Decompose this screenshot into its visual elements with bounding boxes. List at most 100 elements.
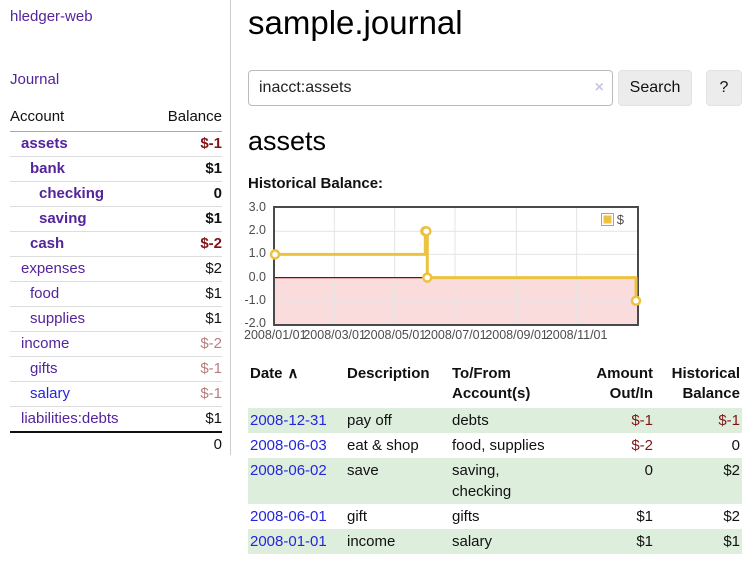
sidebar-account-balance: $2 [151,257,222,282]
journal-nav: Journal [10,71,222,89]
sort-asc-icon: ∧ [288,365,299,382]
sidebar-account-link-cash[interactable]: cash [30,235,64,252]
sidebar-account-link-expenses[interactable]: expenses [21,260,85,277]
clear-search-icon[interactable]: × [595,80,604,96]
sidebar-account-balance: 0 [151,182,222,207]
transaction-accounts: salary [450,529,565,554]
chart-heading: Historical Balance: [248,175,742,193]
y-tick-label: 0.0 [249,270,266,285]
search-input[interactable] [248,70,613,106]
x-tick-label: 2008/03/01 [303,328,365,342]
sidebar-account-link-food[interactable]: food [30,285,59,302]
account-heading: assets [248,123,742,159]
y-tick-label: 2.0 [249,223,266,238]
transaction-description: gift [345,504,450,529]
register-column-header: To/From Account(s) [450,362,565,408]
sidebar-account-row: checking 0 [10,182,222,207]
transaction-amount: $1 [565,504,655,529]
main-content: sample.journal × Search ? assets Histori… [231,0,742,554]
sidebar-account-link-checking[interactable]: checking [39,185,104,202]
help-button[interactable]: ? [706,70,742,106]
y-tick-label: 1.0 [249,246,266,261]
page-title: sample.journal [248,0,742,43]
sidebar-account-link-supplies[interactable]: supplies [30,310,85,327]
sidebar-account-row: saving $1 [10,207,222,232]
sidebar-account-link-gifts[interactable]: gifts [30,360,58,377]
chart-x-axis: 2008/01/012008/03/012008/05/012008/07/01… [248,328,742,344]
transaction-balance: $2 [655,504,742,529]
sidebar-account-balance: $-2 [151,232,222,257]
transaction-accounts: food, supplies [450,433,565,458]
sidebar-account-balance: $-1 [151,132,222,157]
transaction-amount: $-2 [565,433,655,458]
transaction-description: save [345,458,450,504]
search-button[interactable]: Search [618,70,692,106]
sidebar-account-row: bank $1 [10,157,222,182]
transaction-date-link[interactable]: 2008-12-31 [250,412,327,429]
transaction-description: income [345,529,450,554]
sidebar-account-balance: $-1 [151,382,222,407]
sidebar-account-link-assets[interactable]: assets [21,135,68,152]
historical-balance-chart: 3.02.01.00.0-1.0-2.0 $ 2008/01/012008/03… [248,206,742,346]
transaction-accounts: debts [450,408,565,433]
transaction-amount: 0 [565,458,655,504]
app-brand: hledger-web [10,8,222,26]
sidebar: hledger-web Journal Account Balance asse… [0,0,231,455]
y-tick-label: 3.0 [249,200,266,215]
register-row: 2008-06-01 giftgifts$1$2 [248,504,742,529]
x-tick-label: 2008/07/01 [424,328,486,342]
app-brand-link[interactable]: hledger-web [10,8,93,25]
sidebar-account-link-liabilities:debts[interactable]: liabilities:debts [21,410,119,427]
register-column-header[interactable]: Date∧ [248,362,345,408]
legend-swatch-icon [601,213,614,226]
sidebar-account-link-income[interactable]: income [21,335,69,352]
sidebar-total-row: 0 [10,432,222,457]
sidebar-account-balance: $1 [151,407,222,433]
register-header-row: Date∧DescriptionTo/From Account(s)Amount… [248,362,742,408]
sidebar-account-row: gifts$-1 [10,357,222,382]
sidebar-account-balance: $1 [151,282,222,307]
x-tick-label: 2008/11/01 [546,328,608,342]
transaction-amount: $1 [565,529,655,554]
sidebar-account-row: food $1 [10,282,222,307]
register-row: 2008-06-02 savesaving, checking0$2 [248,458,742,504]
x-tick-label: 2008/09/01 [485,328,547,342]
register-row: 2008-12-31pay offdebts$-1$-1 [248,408,742,433]
transaction-amount: $-1 [565,408,655,433]
sidebar-account-balance: $1 [151,157,222,182]
total-balance: 0 [151,432,222,457]
sidebar-account-row: cash $-2 [10,232,222,257]
register-column-header: Historical Balance [655,362,742,408]
transaction-date-link[interactable]: 2008-06-03 [250,437,327,454]
transaction-date-link[interactable]: 2008-01-01 [250,533,327,550]
transaction-balance: $2 [655,458,742,504]
sidebar-account-balance: $1 [151,207,222,232]
transaction-balance: $1 [655,529,742,554]
sidebar-accounts-table: Account Balance assets $-1 bank $1 checking 0… [10,108,222,457]
account-column-header: Account [10,108,151,132]
sidebar-account-link-saving[interactable]: saving [39,210,87,227]
balance-column-header: Balance [151,108,222,132]
transaction-date-link[interactable]: 2008-06-02 [250,462,327,479]
sidebar-account-row: salary $-1 [10,382,222,407]
y-tick-label: -1.0 [244,293,266,308]
transaction-description: eat & shop [345,433,450,458]
sidebar-account-link-salary[interactable]: salary [30,385,70,402]
sidebar-accounts-header: Account Balance [10,108,222,132]
total-spacer [10,432,151,457]
chart-svg [275,208,637,324]
transaction-balance: 0 [655,433,742,458]
transaction-balance: $-1 [655,408,742,433]
transaction-accounts: saving, checking [450,458,565,504]
sidebar-account-row: expenses $2 [10,257,222,282]
transaction-description: pay off [345,408,450,433]
sidebar-accounts-body: assets$-1bank$1checking0saving$1cash$-2e… [10,132,222,433]
journal-link[interactable]: Journal [10,71,59,88]
chart-legend: $ [601,213,624,226]
page: hledger-web Journal Account Balance asse… [0,0,742,554]
chart-plot-area[interactable]: $ [273,206,639,326]
transaction-accounts: gifts [450,504,565,529]
transaction-date-link[interactable]: 2008-06-01 [250,508,327,525]
sidebar-account-link-bank[interactable]: bank [30,160,65,177]
sidebar-account-balance: $-2 [151,332,222,357]
